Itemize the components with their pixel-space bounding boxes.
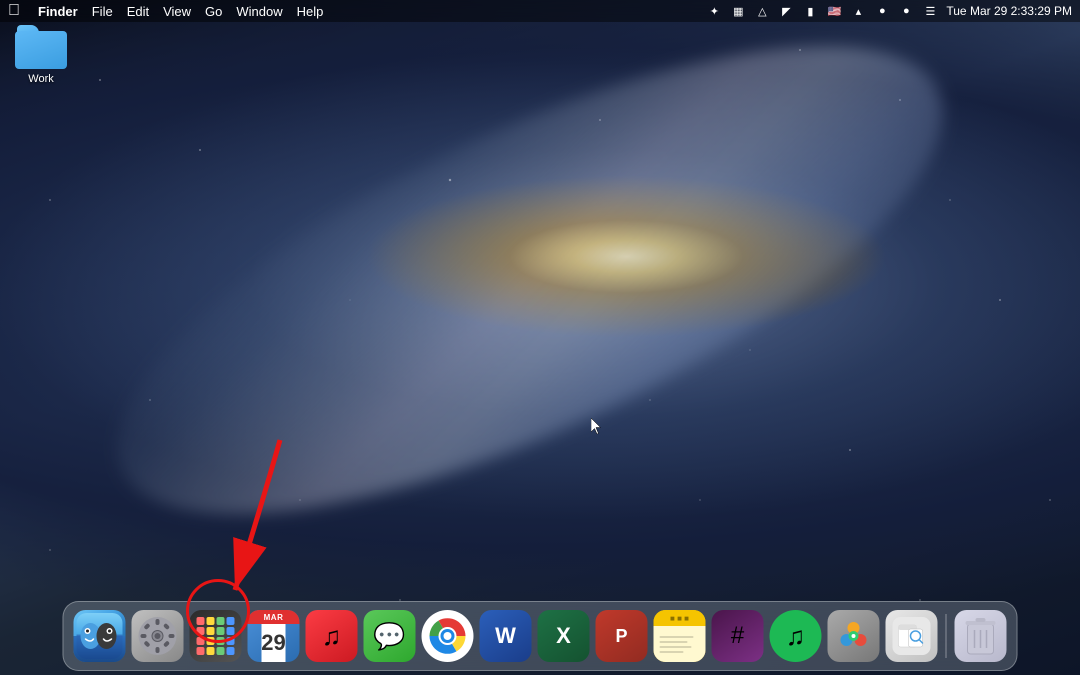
slack-icon: # (731, 622, 744, 650)
dock-app-excel[interactable]: X (538, 610, 590, 662)
menu-file[interactable]: File (92, 4, 113, 19)
dock-app-notes[interactable]: ■ ■ ■ (654, 610, 706, 662)
folder-label: Work (6, 73, 76, 85)
excel-icon: X (556, 623, 571, 649)
dropbox-icon[interactable]: ✦ (706, 3, 722, 19)
time-machine-icon[interactable]: ● (874, 3, 890, 19)
dock: MAR 29 ♫ 💬 (63, 601, 1018, 671)
dock-app-photos[interactable] (828, 610, 880, 662)
menu-go[interactable]: Go (205, 4, 222, 19)
bluetooth-icon[interactable]: ◤ (778, 3, 794, 19)
dock-app-spotify[interactable]: ♫ (770, 610, 822, 662)
menu-window[interactable]: Window (236, 4, 282, 19)
menu-view[interactable]: View (163, 4, 191, 19)
mail-date-number: 29 (261, 632, 285, 654)
dock-app-preview[interactable] (886, 610, 938, 662)
mail-date-bar: MAR (248, 610, 300, 624)
dock-app-word[interactable]: W (480, 610, 532, 662)
messages-bubble-icon: 💬 (373, 621, 405, 652)
spotlight-search-icon[interactable]: ● (898, 3, 914, 19)
screenshot-icon[interactable]: ▦ (730, 3, 746, 19)
dock-app-system-prefs[interactable] (132, 610, 184, 662)
battery-icon[interactable]: ▮ (802, 3, 818, 19)
work-folder[interactable]: Work (6, 25, 76, 85)
menu-edit[interactable]: Edit (127, 4, 149, 19)
music-note-icon: ♫ (322, 621, 342, 652)
folder-body (15, 31, 67, 69)
powerpoint-icon: P (615, 626, 627, 647)
dock-app-powerpoint[interactable]: P (596, 610, 648, 662)
dock-app-music[interactable]: ♫ (306, 610, 358, 662)
notification-center-icon[interactable]: ☰ (922, 3, 938, 19)
dock-app-mail[interactable]: MAR 29 (248, 610, 300, 662)
volume-icon[interactable]: △ (754, 3, 770, 19)
apple-menu[interactable]:  (8, 2, 20, 20)
spotify-icon: ♫ (786, 621, 806, 652)
country-flag-icon[interactable]: 🇺🇸 (826, 3, 842, 19)
dock-app-launchpad[interactable] (190, 610, 242, 662)
dock-app-finder[interactable] (74, 610, 126, 662)
folder-icon (15, 25, 67, 69)
menu-help[interactable]: Help (297, 4, 324, 19)
dock-app-messages[interactable]: 💬 (364, 610, 416, 662)
menubar-left:  Finder File Edit View Go Window Help (8, 2, 706, 20)
menubar:  Finder File Edit View Go Window Help ✦… (0, 0, 1080, 22)
launchpad-grid-icon (197, 617, 235, 655)
dock-app-slack[interactable]: # (712, 610, 764, 662)
menubar-right: ✦ ▦ △ ◤ ▮ 🇺🇸 ▴ ● ● ☰ Tue Mar 29 2:33:29 … (706, 3, 1072, 19)
wifi-icon[interactable]: ▴ (850, 3, 866, 19)
word-icon: W (495, 623, 516, 649)
clock-display: Tue Mar 29 2:33:29 PM (946, 4, 1072, 18)
dock-app-trash[interactable] (955, 610, 1007, 662)
menu-finder[interactable]: Finder (38, 4, 78, 19)
dock-app-chrome[interactable] (422, 610, 474, 662)
dock-divider (946, 614, 947, 658)
